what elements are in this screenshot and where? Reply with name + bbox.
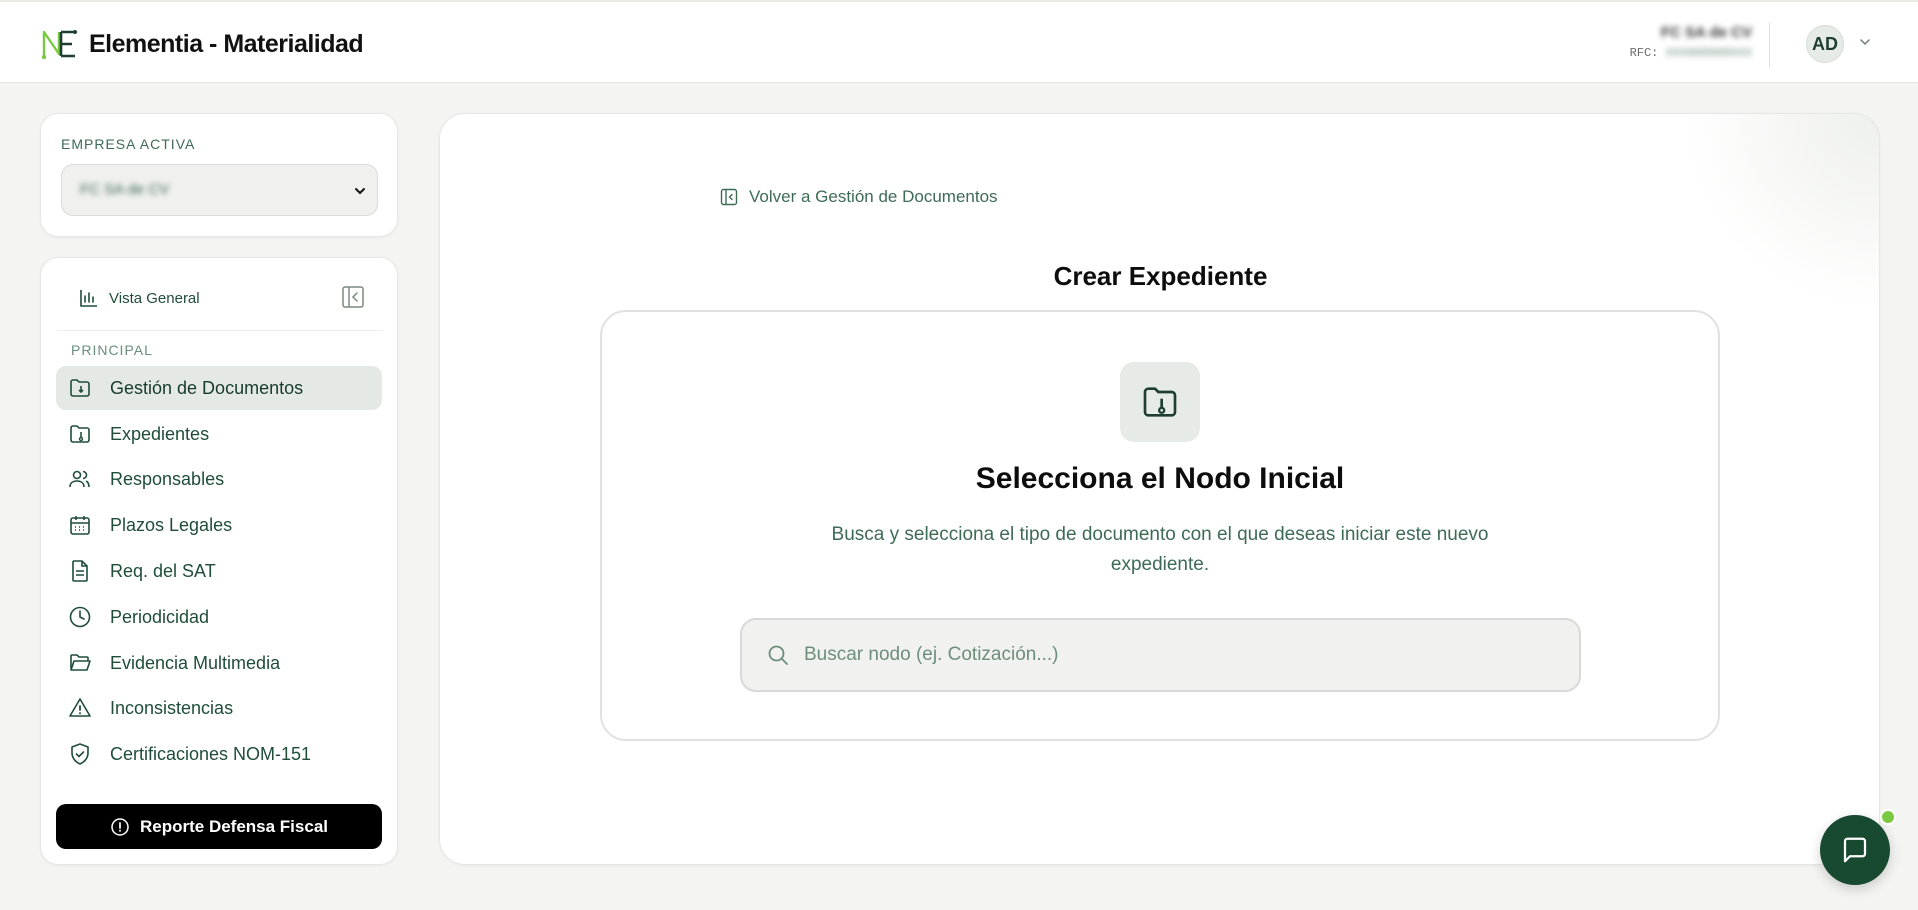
back-panel-icon — [720, 188, 738, 206]
user-avatar[interactable]: AD — [1806, 25, 1844, 63]
search-icon — [768, 645, 788, 665]
sidebar-item-label: Responsables — [110, 468, 225, 489]
sidebar-nav: Vista General PRINCIPAL Gestión de Docum… — [40, 257, 398, 865]
sidebar-item-label: Periodicidad — [110, 606, 210, 627]
folder-open-icon — [70, 654, 91, 671]
sidebar-item-expedientes[interactable]: Expedientes — [56, 412, 382, 456]
report-button-label: Reporte Defensa Fiscal — [139, 816, 328, 836]
sidebar-item-label: Vista General — [109, 289, 200, 307]
rfc-value: XXX000000XXX — [1665, 46, 1752, 60]
warning-icon — [69, 698, 91, 717]
node-search-input[interactable] — [804, 644, 1564, 666]
company-label: EMPRESA ACTIVA — [61, 136, 196, 152]
divider — [57, 330, 383, 331]
app-title: Elementia - Materialidad — [89, 29, 364, 58]
rfc-label: RFC: — [1629, 46, 1659, 60]
document-icon — [72, 560, 88, 582]
picker-description: Busca y selecciona el tipo de documento … — [831, 524, 1489, 575]
brand[interactable]: Elementia - Materialidad — [39, 26, 364, 62]
section-label: PRINCIPAL — [71, 342, 153, 358]
sidebar-item-vista-general[interactable]: Vista General — [79, 288, 200, 308]
sidebar-item-plazos-legales[interactable]: Plazos Legales — [56, 503, 382, 547]
sidebar-item-certificaciones[interactable]: Certificaciones NOM-151 — [56, 732, 382, 776]
sidebar-item-label: Inconsistencias — [110, 697, 234, 718]
sidebar-item-evidencia-multimedia[interactable]: Evidencia Multimedia — [56, 641, 382, 685]
users-icon — [69, 470, 90, 488]
rfc-line: RFC: XXX000000XXX — [1630, 46, 1752, 60]
sidebar-item-label: Evidencia Multimedia — [110, 652, 281, 673]
folder-download-icon — [70, 425, 90, 443]
back-link-label: Volver a Gestión de Documentos — [749, 187, 998, 206]
alert-circle-icon — [111, 817, 129, 836]
company-select-value: FC SA de CV — [80, 181, 170, 198]
collapse-sidebar-icon[interactable] — [341, 285, 365, 309]
page-title: Crear Expediente — [1053, 261, 1268, 291]
picker-title: Selecciona el Nodo Inicial — [975, 462, 1345, 495]
company-card: EMPRESA ACTIVA FC SA de CV — [40, 113, 398, 237]
sidebar-item-gestion-documentos[interactable]: Gestión de Documentos — [56, 366, 382, 410]
back-link[interactable]: Volver a Gestión de Documentos — [720, 187, 998, 207]
node-search-box[interactable] — [740, 618, 1581, 692]
report-defensa-fiscal-button[interactable]: Reporte Defensa Fiscal — [56, 804, 382, 849]
sidebar-item-label: Certificaciones NOM-151 — [110, 743, 312, 764]
sidebar-item-req-sat[interactable]: Req. del SAT — [56, 549, 382, 593]
header-divider — [1769, 22, 1770, 68]
shield-check-icon — [71, 743, 89, 765]
top-header: Elementia - Materialidad FC SA de CV RFC… — [0, 0, 1918, 83]
bar-chart-icon — [80, 290, 97, 307]
chat-icon — [1843, 837, 1867, 863]
folder-download-icon — [1143, 387, 1177, 417]
chevron-down-icon[interactable] — [1858, 35, 1872, 49]
sidebar-item-label: Plazos Legales — [110, 514, 233, 535]
brand-logo-icon — [41, 30, 77, 60]
online-status-dot — [1880, 809, 1896, 825]
picker-icon-box — [1120, 362, 1200, 442]
header-company-info: FC SA de CV RFC: XXX000000XXX — [1630, 22, 1752, 60]
sidebar-item-label: Expedientes — [110, 423, 210, 444]
company-select[interactable]: FC SA de CV — [61, 164, 378, 216]
folder-upload-icon — [70, 379, 90, 397]
calendar-icon — [70, 516, 90, 535]
chevron-down-icon — [355, 188, 365, 195]
sidebar-item-responsables[interactable]: Responsables — [56, 457, 382, 501]
main-content: Volver a Gestión de Documentos Crear Exp… — [439, 113, 1880, 865]
sidebar-item-inconsistencias[interactable]: Inconsistencias — [56, 686, 382, 730]
clock-icon — [69, 606, 91, 628]
header-company-name: FC SA de CV — [1660, 24, 1752, 41]
sidebar-item-label: Gestión de Documentos — [110, 377, 304, 398]
node-picker-card: Selecciona el Nodo Inicial Busca y selec… — [600, 310, 1720, 741]
sidebar-item-label: Req. del SAT — [110, 560, 216, 581]
sidebar-item-periodicidad[interactable]: Periodicidad — [56, 595, 382, 639]
chat-button[interactable] — [1820, 815, 1890, 885]
